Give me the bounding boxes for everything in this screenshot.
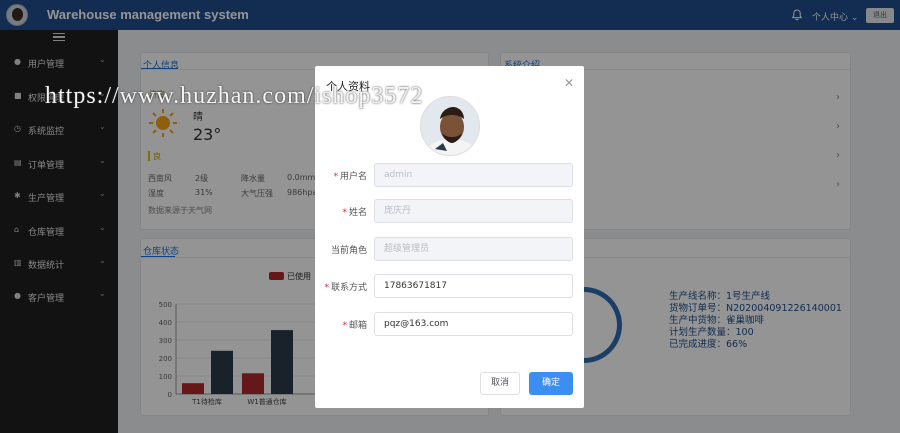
watermark-text: https://www.huzhan.com/ishop3572 [45, 83, 424, 109]
name-input[interactable]: 庞庆丹 [374, 199, 573, 223]
email-label: 邮箱 [348, 321, 367, 331]
name-label: 姓名 [348, 208, 367, 218]
role-input[interactable]: 超级管理员 [374, 237, 573, 261]
profile-dialog: 个人资料 ✕ * 用户名 admin * 姓名 庞庆丹 当前角色 超级管理员 * 联系… [315, 66, 584, 408]
field-username: * 用户名 admin [315, 163, 584, 187]
required-mark: * [342, 321, 347, 331]
field-phone: * 联系方式 17863671817 [315, 274, 584, 298]
username-input[interactable]: admin [374, 163, 573, 187]
role-label: 当前角色 [330, 246, 367, 256]
phone-label: 联系方式 [330, 283, 367, 293]
close-icon[interactable]: ✕ [564, 76, 574, 90]
field-email: * 邮箱 pqz@163.com [315, 312, 584, 336]
username-label: 用户名 [339, 172, 367, 182]
required-mark: * [342, 208, 347, 218]
cancel-button[interactable]: 取消 [480, 372, 520, 395]
field-name: * 姓名 庞庆丹 [315, 199, 584, 223]
phone-input[interactable]: 17863671817 [374, 274, 573, 298]
field-role: 当前角色 超级管理员 [315, 237, 584, 261]
required-mark: * [324, 283, 329, 293]
user-avatar[interactable] [420, 96, 480, 156]
confirm-button[interactable]: 确定 [529, 372, 573, 395]
email-input[interactable]: pqz@163.com [374, 312, 573, 336]
required-mark: * [333, 172, 338, 182]
